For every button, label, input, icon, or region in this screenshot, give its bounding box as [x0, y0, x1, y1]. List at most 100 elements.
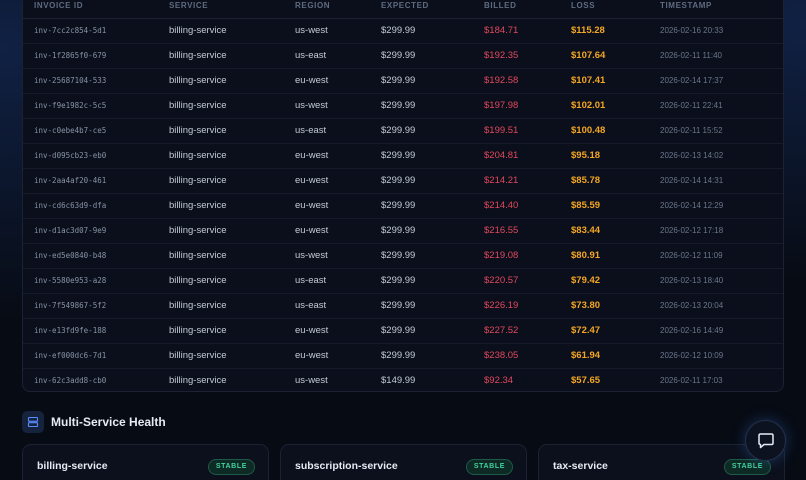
invoice-id-cell: inv-e13fd9fe-188 [34, 326, 107, 335]
table-header: INVOICE ID SERVICE REGION EXPECTED BILLE… [23, 0, 783, 19]
table-row[interactable]: inv-2aa4af20-461 billing-service eu-west $2… [23, 168, 783, 194]
service-cell: billing-service [169, 325, 227, 336]
expected-cell: $299.99 [381, 225, 416, 236]
timestamp-cell: 2026-02-14 17:37 [660, 76, 724, 85]
loss-cell: $85.78 [571, 175, 601, 186]
invoice-id-cell: inv-62c3add8-cb0 [34, 376, 107, 385]
service-cell: billing-service [169, 125, 227, 136]
table-row[interactable]: inv-d095cb23-eb0 billing-service eu-west $2… [23, 143, 783, 169]
expected-cell: $299.99 [381, 100, 416, 111]
invoice-id-cell: inv-d1ac3d07-9e9 [34, 226, 107, 235]
section-title: Multi-Service Health [51, 415, 166, 429]
invoice-id-cell: inv-7cc2c854-5d1 [34, 26, 107, 35]
service-cell: billing-service [169, 200, 227, 211]
billed-cell: $220.57 [484, 275, 519, 286]
invoice-id-cell: inv-5580e953-a28 [34, 276, 107, 285]
table-row[interactable]: inv-1f2865f0-679 billing-service us-east $2… [23, 43, 783, 69]
invoice-id-cell: inv-cd6c63d9-dfa [34, 201, 107, 210]
billed-cell: $214.40 [484, 200, 519, 211]
invoice-id-cell: inv-ef000dc6-7d1 [34, 351, 107, 360]
timestamp-cell: 2026-02-16 20:33 [660, 26, 724, 35]
loss-cell: $95.18 [571, 150, 601, 161]
service-card-subscription[interactable]: subscription-service STABLE [280, 444, 527, 480]
timestamp-cell: 2026-02-13 18:40 [660, 276, 724, 285]
header-invoice-id[interactable]: INVOICE ID [34, 1, 83, 10]
loss-cell: $115.28 [571, 25, 605, 36]
timestamp-cell: 2026-02-13 14:02 [660, 151, 724, 160]
service-cell: billing-service [169, 225, 227, 236]
status-badge: STABLE [465, 459, 513, 475]
table-row[interactable]: inv-5580e953-a28 billing-service us-east $2… [23, 268, 783, 294]
service-cell: billing-service [169, 50, 227, 61]
region-cell: us-east [295, 275, 327, 286]
region-cell: eu-west [295, 175, 329, 186]
loss-cell: $61.94 [571, 350, 601, 361]
table-row[interactable]: inv-ed5e0840-b48 billing-service us-west $2… [23, 243, 783, 269]
expected-cell: $299.99 [381, 125, 416, 136]
billed-cell: $227.52 [484, 325, 519, 336]
service-cell: billing-service [169, 25, 227, 36]
header-region[interactable]: REGION [295, 1, 330, 10]
chat-bubble-icon [757, 432, 774, 448]
billed-cell: $216.55 [484, 225, 519, 236]
invoice-id-cell: inv-c0ebe4b7-ce5 [34, 126, 107, 135]
billed-cell: $214.21 [484, 175, 519, 186]
table-row[interactable]: inv-7f549867-5f2 billing-service us-east $2… [23, 293, 783, 319]
table-row[interactable]: inv-e13fd9fe-188 billing-service eu-west $2… [23, 318, 783, 344]
table-row[interactable]: inv-ef000dc6-7d1 billing-service eu-west $2… [23, 343, 783, 369]
timestamp-cell: 2026-02-14 14:31 [660, 176, 724, 185]
billed-cell: $92.34 [484, 375, 514, 386]
loss-cell: $57.65 [571, 375, 601, 386]
header-loss[interactable]: LOSS [571, 1, 595, 10]
loss-cell: $107.41 [571, 75, 606, 86]
service-name: billing-service [37, 460, 108, 472]
service-cell: billing-service [169, 350, 227, 361]
service-cell: billing-service [169, 300, 227, 311]
region-cell: us-west [295, 375, 328, 386]
table-row[interactable]: inv-f9e1982c-5c5 billing-service us-west $2… [23, 93, 783, 119]
expected-cell: $299.99 [381, 250, 416, 261]
region-cell: us-west [295, 100, 328, 111]
service-cell: billing-service [169, 375, 227, 386]
table-row[interactable]: inv-d1ac3d07-9e9 billing-service eu-west $2… [23, 218, 783, 244]
table-row[interactable]: inv-7cc2c854-5d1 billing-service us-west $2… [23, 18, 783, 44]
region-cell: us-east [295, 50, 327, 61]
service-name: subscription-service [295, 460, 398, 472]
service-cell: billing-service [169, 275, 227, 286]
billed-cell: $192.35 [484, 50, 519, 61]
invoice-id-cell: inv-7f549867-5f2 [34, 301, 107, 310]
table-row[interactable]: inv-62c3add8-cb0 billing-service us-west $1… [23, 368, 783, 391]
header-expected[interactable]: EXPECTED [381, 1, 429, 10]
table-row[interactable]: inv-cd6c63d9-dfa billing-service eu-west $2… [23, 193, 783, 219]
timestamp-cell: 2026-02-13 20:04 [660, 301, 724, 310]
loss-cell: $85.59 [571, 200, 601, 211]
table-row[interactable]: inv-25687104-533 billing-service eu-west $2… [23, 68, 783, 94]
loss-cell: $72.47 [571, 325, 601, 336]
expected-cell: $299.99 [381, 200, 416, 211]
expected-cell: $299.99 [381, 350, 416, 361]
billed-cell: $199.51 [484, 125, 519, 136]
expected-cell: $299.99 [381, 150, 416, 161]
expected-cell: $299.99 [381, 50, 416, 61]
header-timestamp[interactable]: TIMESTAMP [660, 1, 712, 10]
billed-cell: $238.05 [484, 350, 519, 361]
service-card-billing[interactable]: billing-service STABLE [22, 444, 269, 480]
header-service[interactable]: SERVICE [169, 1, 208, 10]
server-stack-icon [22, 411, 44, 433]
region-cell: eu-west [295, 75, 329, 86]
timestamp-cell: 2026-02-12 17:18 [660, 226, 724, 235]
header-billed[interactable]: BILLED [484, 1, 517, 10]
status-badge: STABLE [723, 459, 771, 475]
expected-cell: $299.99 [381, 75, 416, 86]
billed-cell: $197.98 [484, 100, 519, 111]
timestamp-cell: 2026-02-14 12:29 [660, 201, 724, 210]
expected-cell: $299.99 [381, 25, 416, 36]
region-cell: eu-west [295, 350, 329, 361]
region-cell: us-east [295, 125, 327, 136]
table-row[interactable]: inv-c0ebe4b7-ce5 billing-service us-east $2… [23, 118, 783, 144]
service-name: tax-service [553, 460, 608, 472]
invoice-id-cell: inv-d095cb23-eb0 [34, 151, 107, 160]
service-cell: billing-service [169, 150, 227, 161]
chat-button[interactable] [745, 420, 786, 461]
loss-cell: $83.44 [571, 225, 601, 236]
